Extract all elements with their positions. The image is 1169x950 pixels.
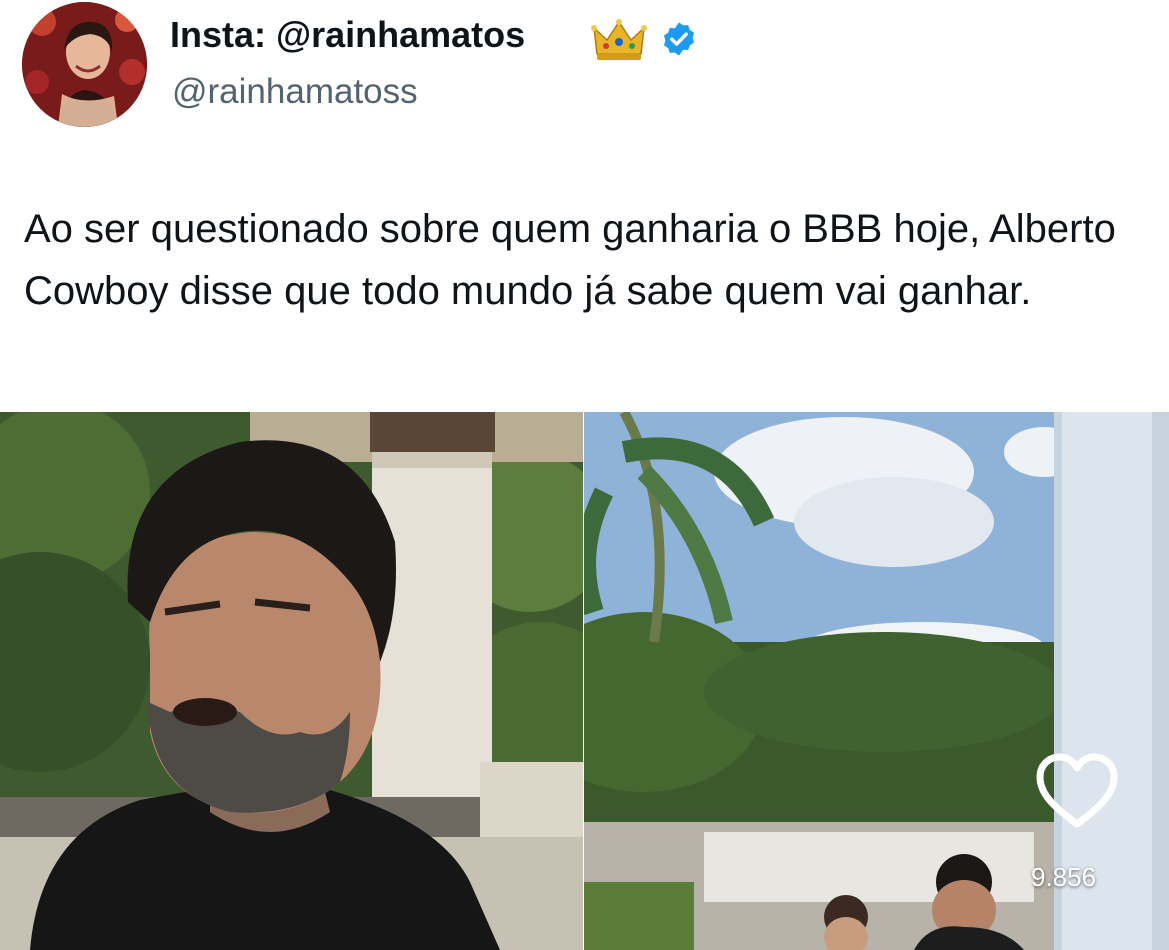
tweet-media[interactable] — [0, 412, 1169, 950]
media-photo-left[interactable] — [0, 412, 583, 950]
like-count: 9.856 — [1031, 862, 1097, 892]
tweet-header: Insta: @rainhamatos @rainhamatoss — [0, 0, 1169, 140]
display-name[interactable]: Insta: @rainhamatos — [170, 14, 525, 56]
like-button[interactable] — [1034, 752, 1120, 830]
verified-badge-icon — [660, 20, 698, 58]
crown-icon — [591, 18, 647, 62]
avatar[interactable] — [22, 2, 147, 127]
tweet-text: Ao ser questionado sobre quem ganharia o… — [24, 207, 1116, 313]
handle[interactable]: @rainhamatoss — [172, 72, 418, 112]
heart-outline-icon — [1036, 753, 1118, 828]
